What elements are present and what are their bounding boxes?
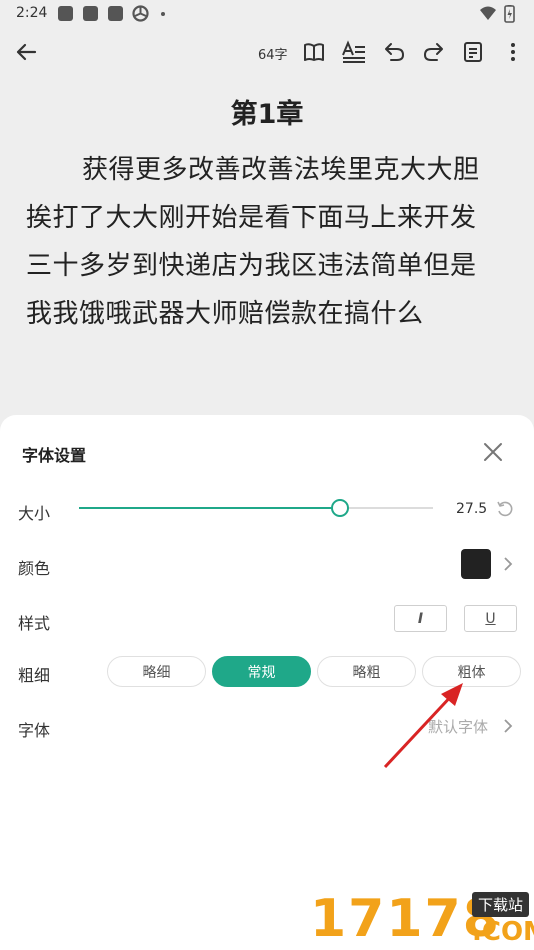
notification-icon: [83, 6, 98, 21]
italic-glyph: I: [417, 610, 424, 627]
reader-toolbar: 64字: [0, 28, 534, 76]
chapter-body: 获得更多改善改善法埃里克大大胆挨打了大大刚开始是看下面马上来开发三十多岁到快递店…: [26, 155, 480, 329]
size-label: 大小: [18, 504, 51, 523]
word-count: 64字: [258, 48, 288, 63]
notification-icon: [58, 6, 73, 21]
italic-button[interactable]: I: [394, 605, 447, 632]
underline-button[interactable]: U: [464, 605, 517, 632]
size-value: 27.5: [456, 501, 488, 517]
underline-glyph: U: [485, 610, 496, 627]
document-icon[interactable]: [459, 38, 487, 66]
wifi-battery-icon: [480, 4, 515, 23]
system-icons: [478, 4, 520, 27]
status-time: 2:24: [16, 5, 48, 21]
text-format-icon[interactable]: [340, 38, 368, 66]
style-label: 样式: [18, 614, 51, 633]
watermark-logo: 17178 下载站 .COM: [310, 888, 534, 949]
color-label: 颜色: [18, 559, 51, 578]
back-arrow-icon[interactable]: [12, 38, 40, 66]
size-slider-thumb[interactable]: [330, 499, 349, 517]
weight-option-bold[interactable]: 粗体: [422, 656, 521, 687]
reset-icon[interactable]: [496, 500, 514, 518]
weight-label: 粗细: [18, 666, 51, 685]
color-swatch[interactable]: [461, 549, 491, 579]
chapter-title: 第1章: [230, 99, 304, 130]
font-settings-sheet: 字体设置 大小 27.5 颜色 样式 I U 粗细 略细 常规 略粗 粗体 字体…: [0, 415, 534, 950]
sheet-title: 字体设置: [22, 446, 87, 465]
size-slider-fill: [79, 507, 340, 509]
status-bar: 2:24: [0, 0, 534, 28]
aperture-icon: [132, 5, 149, 22]
chevron-right-icon[interactable]: [502, 718, 514, 734]
size-slider[interactable]: [79, 499, 433, 517]
book-icon[interactable]: [300, 38, 328, 66]
watermark-suffix: .COM: [472, 917, 534, 947]
watermark-badge: 下载站: [472, 892, 530, 917]
more-notifications-icon: [161, 12, 165, 16]
weight-option-light[interactable]: 略细: [107, 656, 206, 687]
typeface-value[interactable]: 默认字体: [428, 716, 488, 737]
more-vert-icon[interactable]: [499, 38, 527, 66]
weight-option-regular[interactable]: 常规: [212, 656, 311, 687]
typeface-label: 字体: [18, 721, 51, 740]
notification-icon: [108, 6, 123, 21]
close-icon[interactable]: [480, 439, 506, 465]
weight-option-semibold[interactable]: 略粗: [317, 656, 416, 687]
undo-icon[interactable]: [380, 38, 408, 66]
chevron-right-icon[interactable]: [502, 556, 514, 572]
redo-icon[interactable]: [420, 38, 448, 66]
